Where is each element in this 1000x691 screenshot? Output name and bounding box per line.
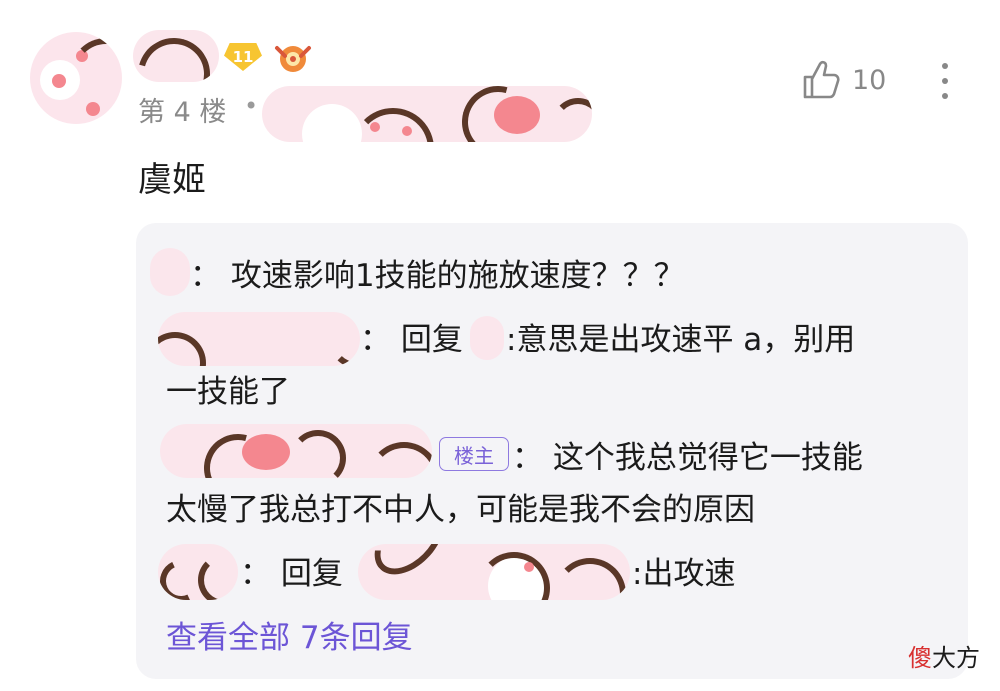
reply-line: 太慢了我总打不中人，可能是我不会的原因 xyxy=(166,492,755,528)
reply-target-masked xyxy=(358,544,630,600)
more-options-icon[interactable] xyxy=(933,60,957,104)
watermark: 傻大方 xyxy=(908,638,980,673)
reply-author-masked xyxy=(158,312,360,366)
like-button[interactable]: 10 xyxy=(802,60,886,100)
reply-author-masked xyxy=(150,248,190,296)
meta-separator: • xyxy=(244,92,259,120)
like-count: 10 xyxy=(852,64,887,96)
username-masked[interactable] xyxy=(133,30,219,82)
reply-target-masked xyxy=(470,316,504,360)
comment-text: 虞姬 xyxy=(138,160,206,200)
reply-author-masked xyxy=(160,424,432,478)
medal-icon xyxy=(275,46,311,72)
level-value: 11 xyxy=(232,48,254,66)
floor-number: 第 4 楼 xyxy=(138,97,227,128)
location-masked xyxy=(262,86,592,142)
reply-author-masked xyxy=(158,544,238,600)
watermark-rest: 大方 xyxy=(932,644,980,672)
reply-line: :意思是出攻速平 a，别用 xyxy=(506,322,856,358)
level-badge: 11 xyxy=(224,43,262,71)
reply-line: :出攻速 xyxy=(632,556,736,592)
reply-prefix: ： 回复 xyxy=(240,556,343,592)
avatar[interactable] xyxy=(30,32,122,124)
reply-line: 一技能了 xyxy=(166,374,290,410)
view-all-replies-link[interactable]: 查看全部 7条回复 xyxy=(166,612,413,657)
watermark-first: 傻 xyxy=(908,644,932,672)
op-tag: 楼主 xyxy=(439,437,509,471)
reply-line: ： 攻速影响1技能的施放速度？？？ xyxy=(190,258,685,294)
reply-line: ： 这个我总觉得它一技能 xyxy=(512,440,863,476)
thumbs-up-icon xyxy=(803,60,840,99)
reply-prefix: ： 回复 xyxy=(360,322,463,358)
